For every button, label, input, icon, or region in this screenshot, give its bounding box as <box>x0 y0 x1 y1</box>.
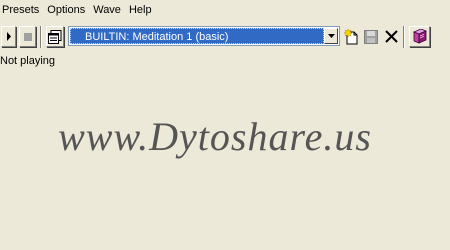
menu-bar: Presets Options Wave Help <box>0 0 450 20</box>
preset-select[interactable]: BUILTIN: Meditation 1 (basic) <box>68 26 340 46</box>
new-preset-button[interactable] <box>343 27 361 46</box>
new-file-icon <box>344 28 358 44</box>
stop-icon <box>23 32 32 41</box>
properties-button[interactable] <box>46 26 64 47</box>
watermark-text: www.Dytoshare.us <box>58 114 372 159</box>
book-icon <box>412 29 427 44</box>
playback-status: Not playing <box>0 55 56 67</box>
menu-options[interactable]: Options <box>44 0 90 20</box>
delete-button[interactable] <box>382 27 400 46</box>
play-icon <box>6 32 11 41</box>
menu-presets[interactable]: Presets <box>0 0 44 20</box>
preset-dropdown-button[interactable] <box>324 28 338 44</box>
stop-button[interactable] <box>19 26 36 47</box>
save-icon <box>364 29 378 44</box>
app-window: Presets Options Wave Help BUILTIN: Medit… <box>0 0 450 250</box>
properties-icon <box>48 29 62 44</box>
toolbar-separator <box>40 26 42 48</box>
toolbar: BUILTIN: Meditation 1 (basic) <box>0 24 450 50</box>
close-icon <box>384 30 398 43</box>
toolbar-separator <box>403 26 405 48</box>
preset-select-value: BUILTIN: Meditation 1 (basic) <box>70 28 324 44</box>
play-button[interactable] <box>1 26 16 47</box>
menu-help[interactable]: Help <box>126 0 157 20</box>
save-button[interactable] <box>362 27 380 46</box>
chevron-down-icon <box>327 34 335 38</box>
menu-wave[interactable]: Wave <box>90 0 126 20</box>
help-book-button[interactable] <box>409 26 430 47</box>
